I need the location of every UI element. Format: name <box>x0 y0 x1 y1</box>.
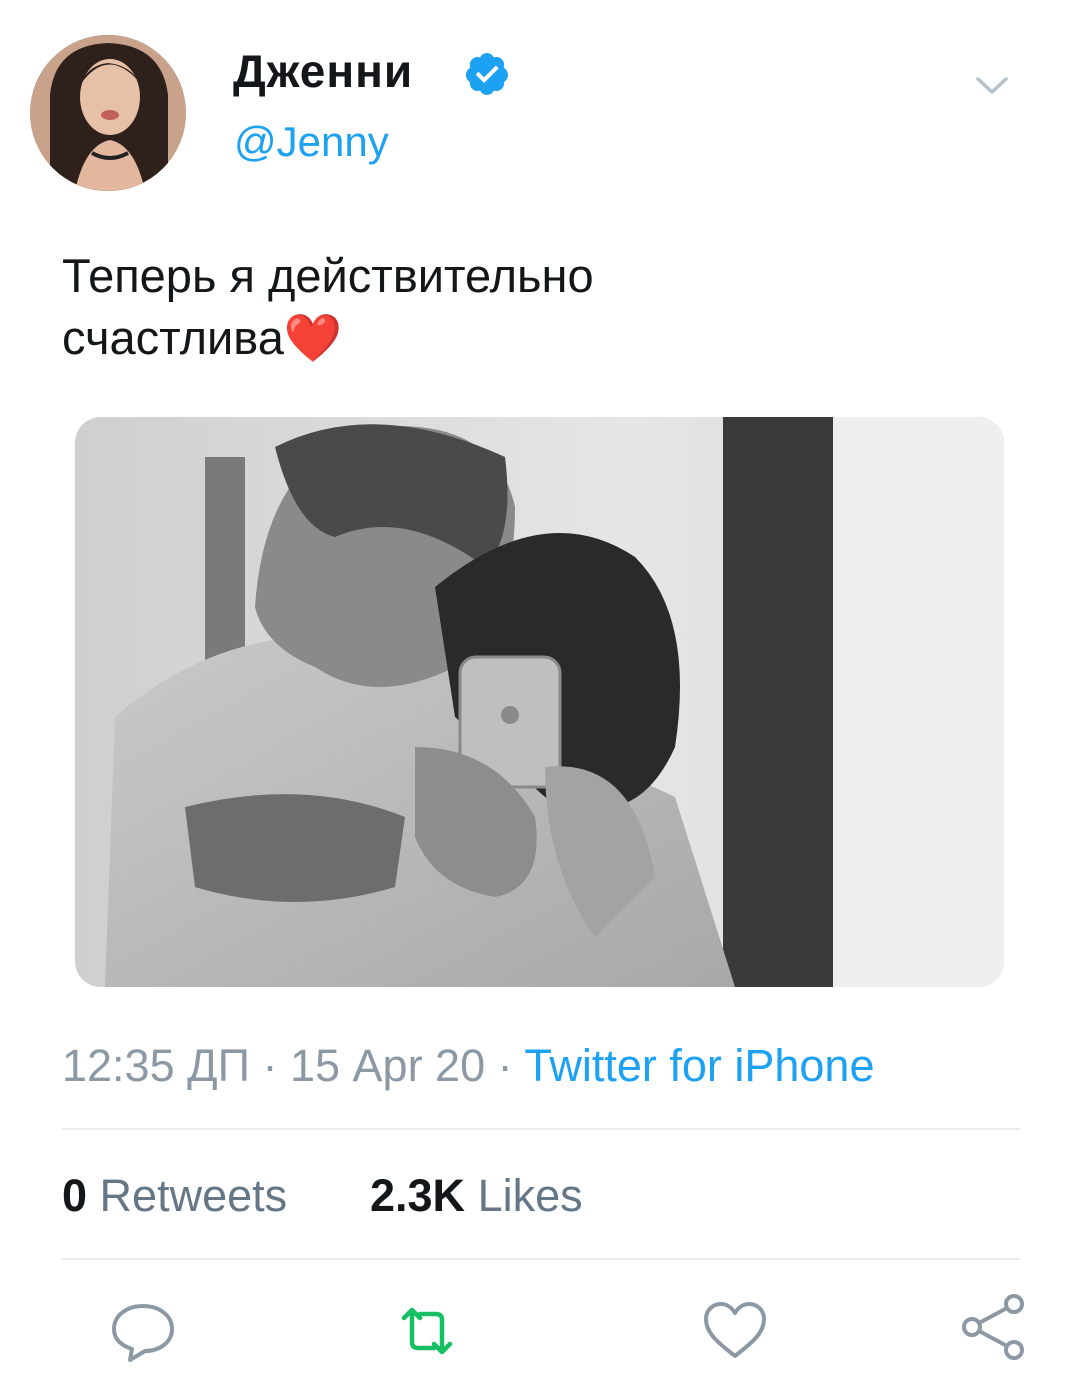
reply-button[interactable] <box>108 1296 178 1366</box>
retweet-button[interactable] <box>392 1296 462 1366</box>
tweet-text-line: Теперь я действительно <box>62 249 594 302</box>
verified-badge-icon <box>465 53 508 95</box>
like-button[interactable] <box>700 1296 770 1366</box>
likes-stat[interactable]: 2.3K Likes <box>370 1170 583 1222</box>
chevron-down-icon[interactable] <box>972 66 1012 106</box>
divider <box>62 1128 1020 1130</box>
likes-label: Likes <box>477 1170 583 1221</box>
avatar-photo <box>30 35 186 191</box>
retweets-count: 0 <box>62 1170 88 1221</box>
tweet-text: Теперь я действительно счастлива❤️ <box>62 245 962 369</box>
tweet-text-line: счастлива❤️ <box>62 311 343 364</box>
tweet-date: 15 Apr 20 <box>289 1040 486 1091</box>
heart-icon <box>704 1302 766 1358</box>
display-name[interactable]: Дженни <box>233 44 413 98</box>
tweet-meta: 12:35 ДП · 15 Apr 20 · Twitter for iPhon… <box>62 1040 874 1092</box>
share-icon <box>962 1294 1024 1360</box>
tweet-media-photo[interactable] <box>75 417 1004 987</box>
meta-separator: · <box>497 1040 513 1091</box>
couple-mirror-selfie-image <box>75 417 1004 987</box>
retweet-icon <box>401 1307 453 1355</box>
tweet-time: 12:35 ДП <box>62 1040 250 1091</box>
author-handle[interactable]: @Jenny <box>234 118 389 166</box>
likes-count: 2.3K <box>370 1170 466 1221</box>
reply-icon <box>112 1304 174 1362</box>
retweets-label: Retweets <box>99 1170 288 1221</box>
avatar[interactable] <box>30 35 186 191</box>
meta-separator: · <box>262 1040 278 1091</box>
tweet-source-link[interactable]: Twitter for iPhone <box>524 1040 874 1091</box>
divider <box>62 1258 1020 1260</box>
share-button[interactable] <box>958 1292 1028 1362</box>
retweets-stat[interactable]: 0 Retweets <box>62 1170 287 1222</box>
